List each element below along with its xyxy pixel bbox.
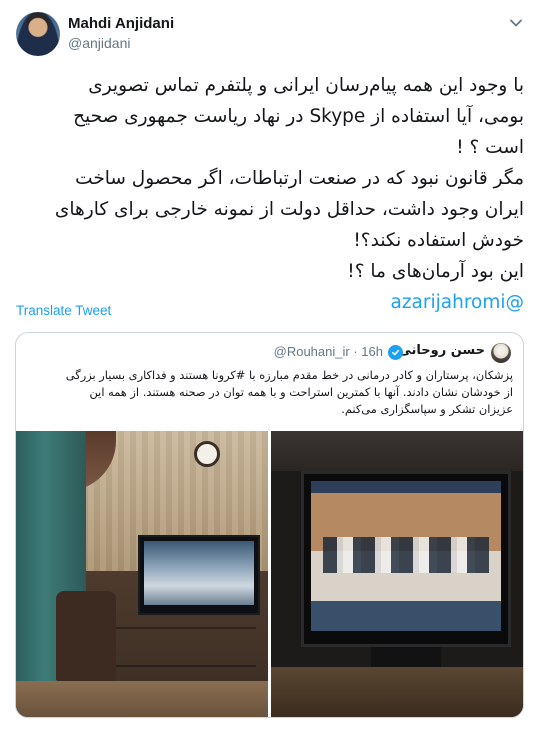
quoted-tweet-body: پزشکان، پرستاران و کادر درمانی در خط مقد… xyxy=(28,367,513,418)
tweet-text-line: ایران وجود داشت، حداقل دولت از نمونه خار… xyxy=(54,199,524,220)
quoted-author-handle[interactable]: @Rouhani_ir xyxy=(274,344,350,359)
tweet-body: با وجود این همه پیام‌رسان ایرانی و پلتفر… xyxy=(16,70,524,318)
tweet-text-line: این بود آرمان‌های ما ؟! xyxy=(347,261,524,282)
office-room-video-call-photo[interactable] xyxy=(16,431,268,717)
tweet-text-line: مگر قانون نبود که در صنعت ارتباطات، اگر … xyxy=(75,168,524,189)
quoted-timestamp[interactable]: 16h xyxy=(361,344,383,359)
tweet-text-line: با وجود این همه پیام‌رسان ایرانی و پلتفر… xyxy=(88,75,524,96)
author-display-name[interactable]: Mahdi Anjidani xyxy=(68,15,174,32)
quoted-text-line: عزیزان تشکر و سپاسگزاری می‌کنم. xyxy=(341,402,513,416)
tweet-text-line: خودش استفاده نکند؟! xyxy=(353,230,524,251)
quoted-author-avatar[interactable] xyxy=(491,343,511,363)
monitor-video-call-photo[interactable] xyxy=(271,431,523,717)
verified-badge-icon xyxy=(388,345,403,360)
quoted-media-grid xyxy=(16,431,523,717)
author-avatar[interactable] xyxy=(16,12,60,56)
wall-clock-icon xyxy=(194,441,220,467)
tweet-text-line: بومی، آیا استفاده از Skype در نهاد ریاست… xyxy=(73,106,524,127)
tweet-text-line: است ؟ ! xyxy=(456,137,524,158)
chevron-down-icon xyxy=(510,19,522,27)
translate-tweet-link[interactable]: Translate Tweet xyxy=(16,303,111,318)
tweet-options-button[interactable] xyxy=(507,14,525,32)
quoted-meta: @Rouhani_ir · 16h xyxy=(274,344,383,359)
quoted-tweet-card[interactable]: حسن روحانی @Rouhani_ir · 16h پزشکان، پرس… xyxy=(15,332,524,718)
meta-separator: · xyxy=(353,344,358,359)
quoted-author-name[interactable]: حسن روحانی xyxy=(398,343,485,358)
author-handle[interactable]: @anjidani xyxy=(68,35,130,51)
quoted-text-line: پزشکان، پرستاران و کادر درمانی در خط مقد… xyxy=(65,368,513,382)
tweet-header: Mahdi Anjidani @anjidani xyxy=(0,0,539,66)
quoted-text-line: از خودشان نشان دادند. آنها با کمترین است… xyxy=(89,385,513,399)
